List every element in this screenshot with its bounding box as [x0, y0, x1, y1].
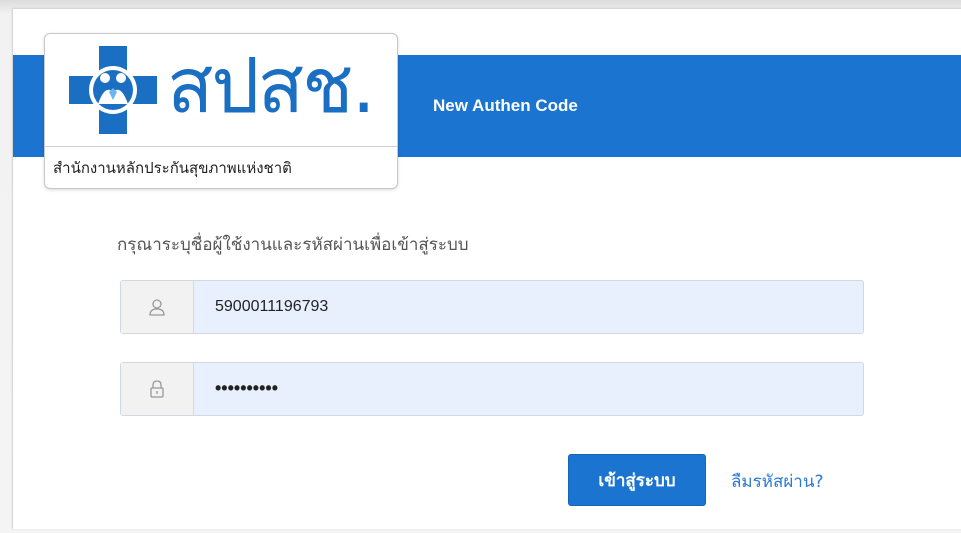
logo-subtitle: สำนักงานหลักประกันสุขภาพแห่งชาติ	[45, 146, 397, 189]
forgot-password-link[interactable]: ลืมรหัสผ่าน?	[731, 468, 824, 495]
password-addon	[121, 363, 194, 415]
password-value[interactable]: ••••••••••	[215, 363, 278, 413]
page: New Authen Code สปสช. สำนักงานหลักประกัน…	[0, 0, 961, 533]
username-value[interactable]: 5900011196793	[215, 281, 328, 333]
logo: สปสช. สำนักงานหลักประกันสุขภาพแห่งชาติ	[44, 33, 398, 189]
username-addon	[121, 281, 194, 333]
lock-icon	[150, 380, 164, 398]
nhso-cross-emblem-icon	[69, 46, 157, 134]
login-card: New Authen Code สปสช. สำนักงานหลักประกัน…	[12, 8, 961, 529]
password-field[interactable]: ••••••••••	[120, 362, 864, 416]
logo-wordmark: สปสช.	[167, 41, 376, 130]
header-title: New Authen Code	[433, 96, 578, 115]
login-instruction: กรุณาระบุชื่อผู้ใช้งานและรหัสผ่านเพื่อเข…	[117, 235, 469, 255]
user-icon	[149, 299, 165, 316]
login-button[interactable]: เข้าสู่ระบบ	[568, 454, 706, 506]
username-field[interactable]: 5900011196793	[120, 280, 864, 334]
